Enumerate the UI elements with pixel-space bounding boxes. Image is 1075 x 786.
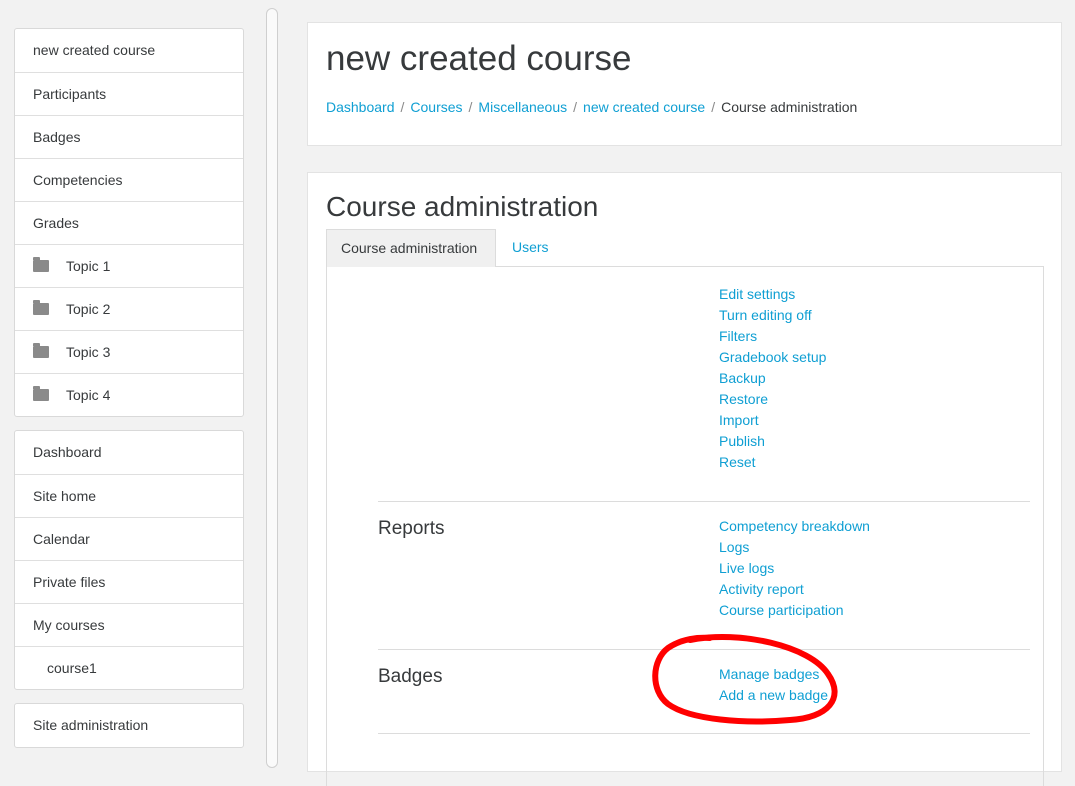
breadcrumb-separator: / xyxy=(573,99,578,115)
nav-item-topic-2[interactable]: Topic 2 xyxy=(15,287,243,330)
site-nav-block: Dashboard Site home Calendar Private fil… xyxy=(14,430,244,690)
link-logs[interactable]: Logs xyxy=(719,539,749,555)
folder-icon xyxy=(33,386,49,401)
nav-item-grades[interactable]: Grades xyxy=(15,201,243,244)
breadcrumb-current: Course administration xyxy=(721,99,858,115)
nav-item-participants[interactable]: Participants xyxy=(15,72,243,115)
link-live-logs[interactable]: Live logs xyxy=(719,560,774,576)
reports-links: Competency breakdown Logs Live logs Acti… xyxy=(719,516,870,621)
page-header: new created course Dashboard / Courses / Mis… xyxy=(307,22,1062,146)
link-filters[interactable]: Filters xyxy=(719,328,757,344)
link-course-participation[interactable]: Course participation xyxy=(719,602,844,618)
link-turn-editing-off[interactable]: Turn editing off xyxy=(719,307,812,323)
breadcrumb-separator: / xyxy=(468,99,473,115)
breadcrumb: Dashboard / Courses / Miscellaneous / new crea… xyxy=(326,99,857,115)
nav-item-site-administration[interactable]: Site administration xyxy=(15,704,243,747)
breadcrumb-miscellaneous[interactable]: Miscellaneous xyxy=(478,99,567,115)
admin-nav-block: Site administration xyxy=(14,703,244,748)
nav-item-badges[interactable]: Badges xyxy=(15,115,243,158)
section-divider xyxy=(378,501,1030,502)
nav-item-label: Topic 3 xyxy=(66,344,111,360)
nav-item-dashboard[interactable]: Dashboard xyxy=(15,431,243,474)
nav-item-course1[interactable]: course1 xyxy=(15,646,243,689)
page-title: new created course xyxy=(326,39,632,78)
tab-course-administration[interactable]: Course administration xyxy=(326,229,496,267)
reports-heading: Reports xyxy=(378,518,445,539)
section-divider xyxy=(378,733,1030,734)
link-competency-breakdown[interactable]: Competency breakdown xyxy=(719,518,870,534)
nav-item-site-home[interactable]: Site home xyxy=(15,474,243,517)
drawer-scrollbar[interactable] xyxy=(266,8,278,768)
nav-item-topic-4[interactable]: Topic 4 xyxy=(15,373,243,416)
nav-item-private-files[interactable]: Private files xyxy=(15,560,243,603)
folder-icon xyxy=(33,300,49,315)
breadcrumb-separator: / xyxy=(711,99,716,115)
link-publish[interactable]: Publish xyxy=(719,433,765,449)
section-title: Course administration xyxy=(326,191,599,222)
nav-item-label: Topic 2 xyxy=(66,301,111,317)
breadcrumb-course[interactable]: new created course xyxy=(583,99,705,115)
link-restore[interactable]: Restore xyxy=(719,391,768,407)
link-import[interactable]: Import xyxy=(719,412,759,428)
folder-icon xyxy=(33,257,49,272)
nav-item-course-home[interactable]: new created course xyxy=(15,29,243,72)
badges-heading: Badges xyxy=(378,666,443,687)
link-gradebook-setup[interactable]: Gradebook setup xyxy=(719,349,826,365)
nav-item-my-courses[interactable]: My courses xyxy=(15,603,243,646)
nav-item-competencies[interactable]: Competencies xyxy=(15,158,243,201)
link-backup[interactable]: Backup xyxy=(719,370,766,386)
general-links: Edit settings Turn editing off Filters G… xyxy=(719,284,826,473)
link-edit-settings[interactable]: Edit settings xyxy=(719,286,795,302)
nav-item-topic-3[interactable]: Topic 3 xyxy=(15,330,243,373)
link-reset[interactable]: Reset xyxy=(719,454,756,470)
breadcrumb-dashboard[interactable]: Dashboard xyxy=(326,99,395,115)
link-activity-report[interactable]: Activity report xyxy=(719,581,804,597)
annotation-circle xyxy=(652,634,838,725)
tab-bar: Course administration Users xyxy=(326,229,1044,267)
tab-users[interactable]: Users xyxy=(498,229,563,267)
nav-item-topic-1[interactable]: Topic 1 xyxy=(15,244,243,287)
course-nav-block: new created course Participants Badges C… xyxy=(14,28,244,417)
nav-item-label: Topic 1 xyxy=(66,258,111,274)
breadcrumb-courses[interactable]: Courses xyxy=(410,99,462,115)
folder-icon xyxy=(33,343,49,358)
nav-item-label: Topic 4 xyxy=(66,387,111,403)
breadcrumb-separator: / xyxy=(400,99,405,115)
nav-item-calendar[interactable]: Calendar xyxy=(15,517,243,560)
